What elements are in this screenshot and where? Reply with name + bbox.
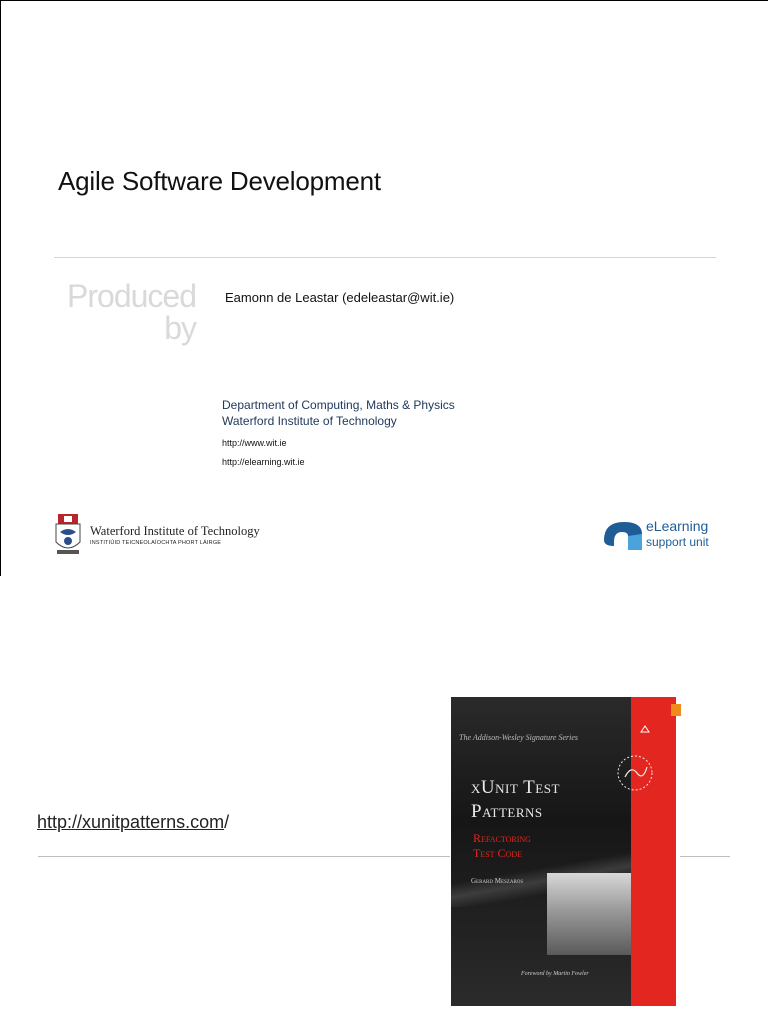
wit-logo-name: Waterford Institute of Technology: [90, 524, 260, 538]
slide-border-top: [0, 0, 768, 1]
produced-by-label: Produced by: [60, 278, 197, 346]
xunitpatterns-link[interactable]: http://xunitpatterns.com/: [37, 812, 229, 833]
wit-logo-subtitle: INSTITIÚID TEICNEOLAÍOCHTA PHORT LÁIRGE: [90, 540, 222, 546]
title-slide: Agile Software Development Produced by E…: [0, 0, 768, 576]
slide2-divider-left: [38, 856, 450, 857]
elearning-mark-icon: [604, 522, 642, 550]
book-author: Gerard Meszaros: [471, 877, 524, 885]
affiliation: Department of Computing, Maths & Physics…: [222, 397, 455, 429]
book-cover-image: The Addison-Wesley Signature Series xUni…: [451, 697, 676, 1006]
book-subtitle-line2: Test Code: [473, 846, 522, 860]
title-divider: [54, 257, 716, 258]
produced-by-line1: Produced: [67, 278, 197, 314]
book-signature-seal-icon: [617, 755, 653, 791]
book-title-line1: xUnit Test: [471, 777, 560, 798]
book-series: The Addison-Wesley Signature Series: [459, 733, 579, 742]
book-look-inside-badge: [671, 704, 681, 716]
elearning-logo-line2: support unit: [646, 535, 709, 549]
slide-border-left: [0, 0, 1, 576]
xunitpatterns-link-text[interactable]: http://xunitpatterns.com: [37, 812, 224, 832]
book-foreword: Foreword by Martin Fowler: [521, 971, 589, 977]
slide2-divider-right: [680, 856, 730, 857]
publisher-logo-icon: [640, 725, 650, 733]
book-subtitle-line1: Refactoring: [473, 831, 531, 845]
book-cover-red-band: [631, 697, 676, 1006]
author-name: Eamonn de Leastar (edeleastar@wit.ie): [225, 290, 455, 305]
wit-crest-icon: [55, 514, 81, 554]
book-cover-photo: [547, 873, 631, 955]
wit-url-link[interactable]: http://www.wit.ie: [222, 438, 287, 448]
institute-name: Waterford Institute of Technology: [222, 414, 397, 428]
xunitpatterns-link-suffix: /: [224, 812, 230, 832]
elearning-url-link[interactable]: http://elearning.wit.ie: [222, 457, 305, 467]
book-title-line2: Patterns: [471, 801, 543, 822]
elearning-logo: eLearning support unit: [602, 518, 722, 554]
produced-by-line2: by: [164, 310, 197, 346]
slide-title: Agile Software Development: [58, 166, 381, 196]
department-name: Department of Computing, Maths & Physics: [222, 398, 455, 412]
elearning-logo-line1: eLearning: [646, 518, 709, 534]
wit-logo: Waterford Institute of Technology INSTIT…: [54, 514, 264, 558]
